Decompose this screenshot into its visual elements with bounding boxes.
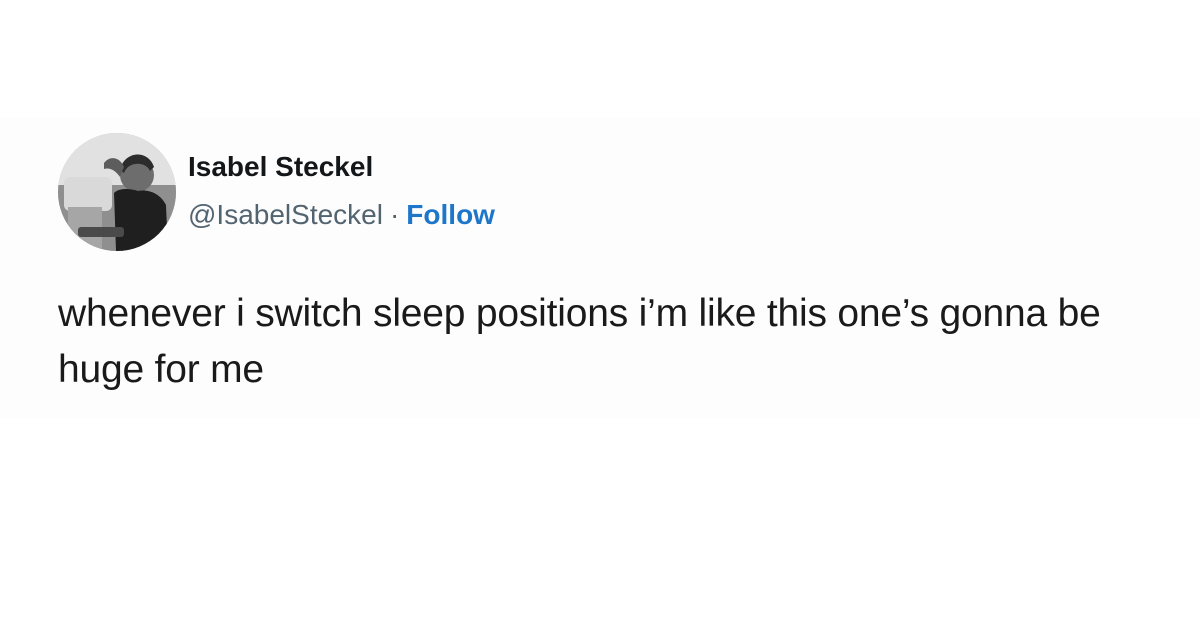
- tweet-card: Isabel Steckel @IsabelSteckel · Follow w…: [0, 118, 1200, 418]
- author-meta: @IsabelSteckel · Follow: [188, 195, 495, 235]
- author-handle[interactable]: @IsabelSteckel: [188, 195, 383, 235]
- author-info: Isabel Steckel @IsabelSteckel · Follow: [188, 149, 495, 235]
- tweet-header: Isabel Steckel @IsabelSteckel · Follow: [58, 132, 495, 252]
- profile-photo-icon: [58, 133, 176, 251]
- follow-button[interactable]: Follow: [406, 195, 495, 235]
- meta-separator: ·: [389, 199, 400, 230]
- author-name[interactable]: Isabel Steckel: [188, 147, 495, 187]
- avatar[interactable]: [58, 133, 176, 251]
- tweet-text: whenever i switch sleep positions i’m li…: [58, 292, 1101, 391]
